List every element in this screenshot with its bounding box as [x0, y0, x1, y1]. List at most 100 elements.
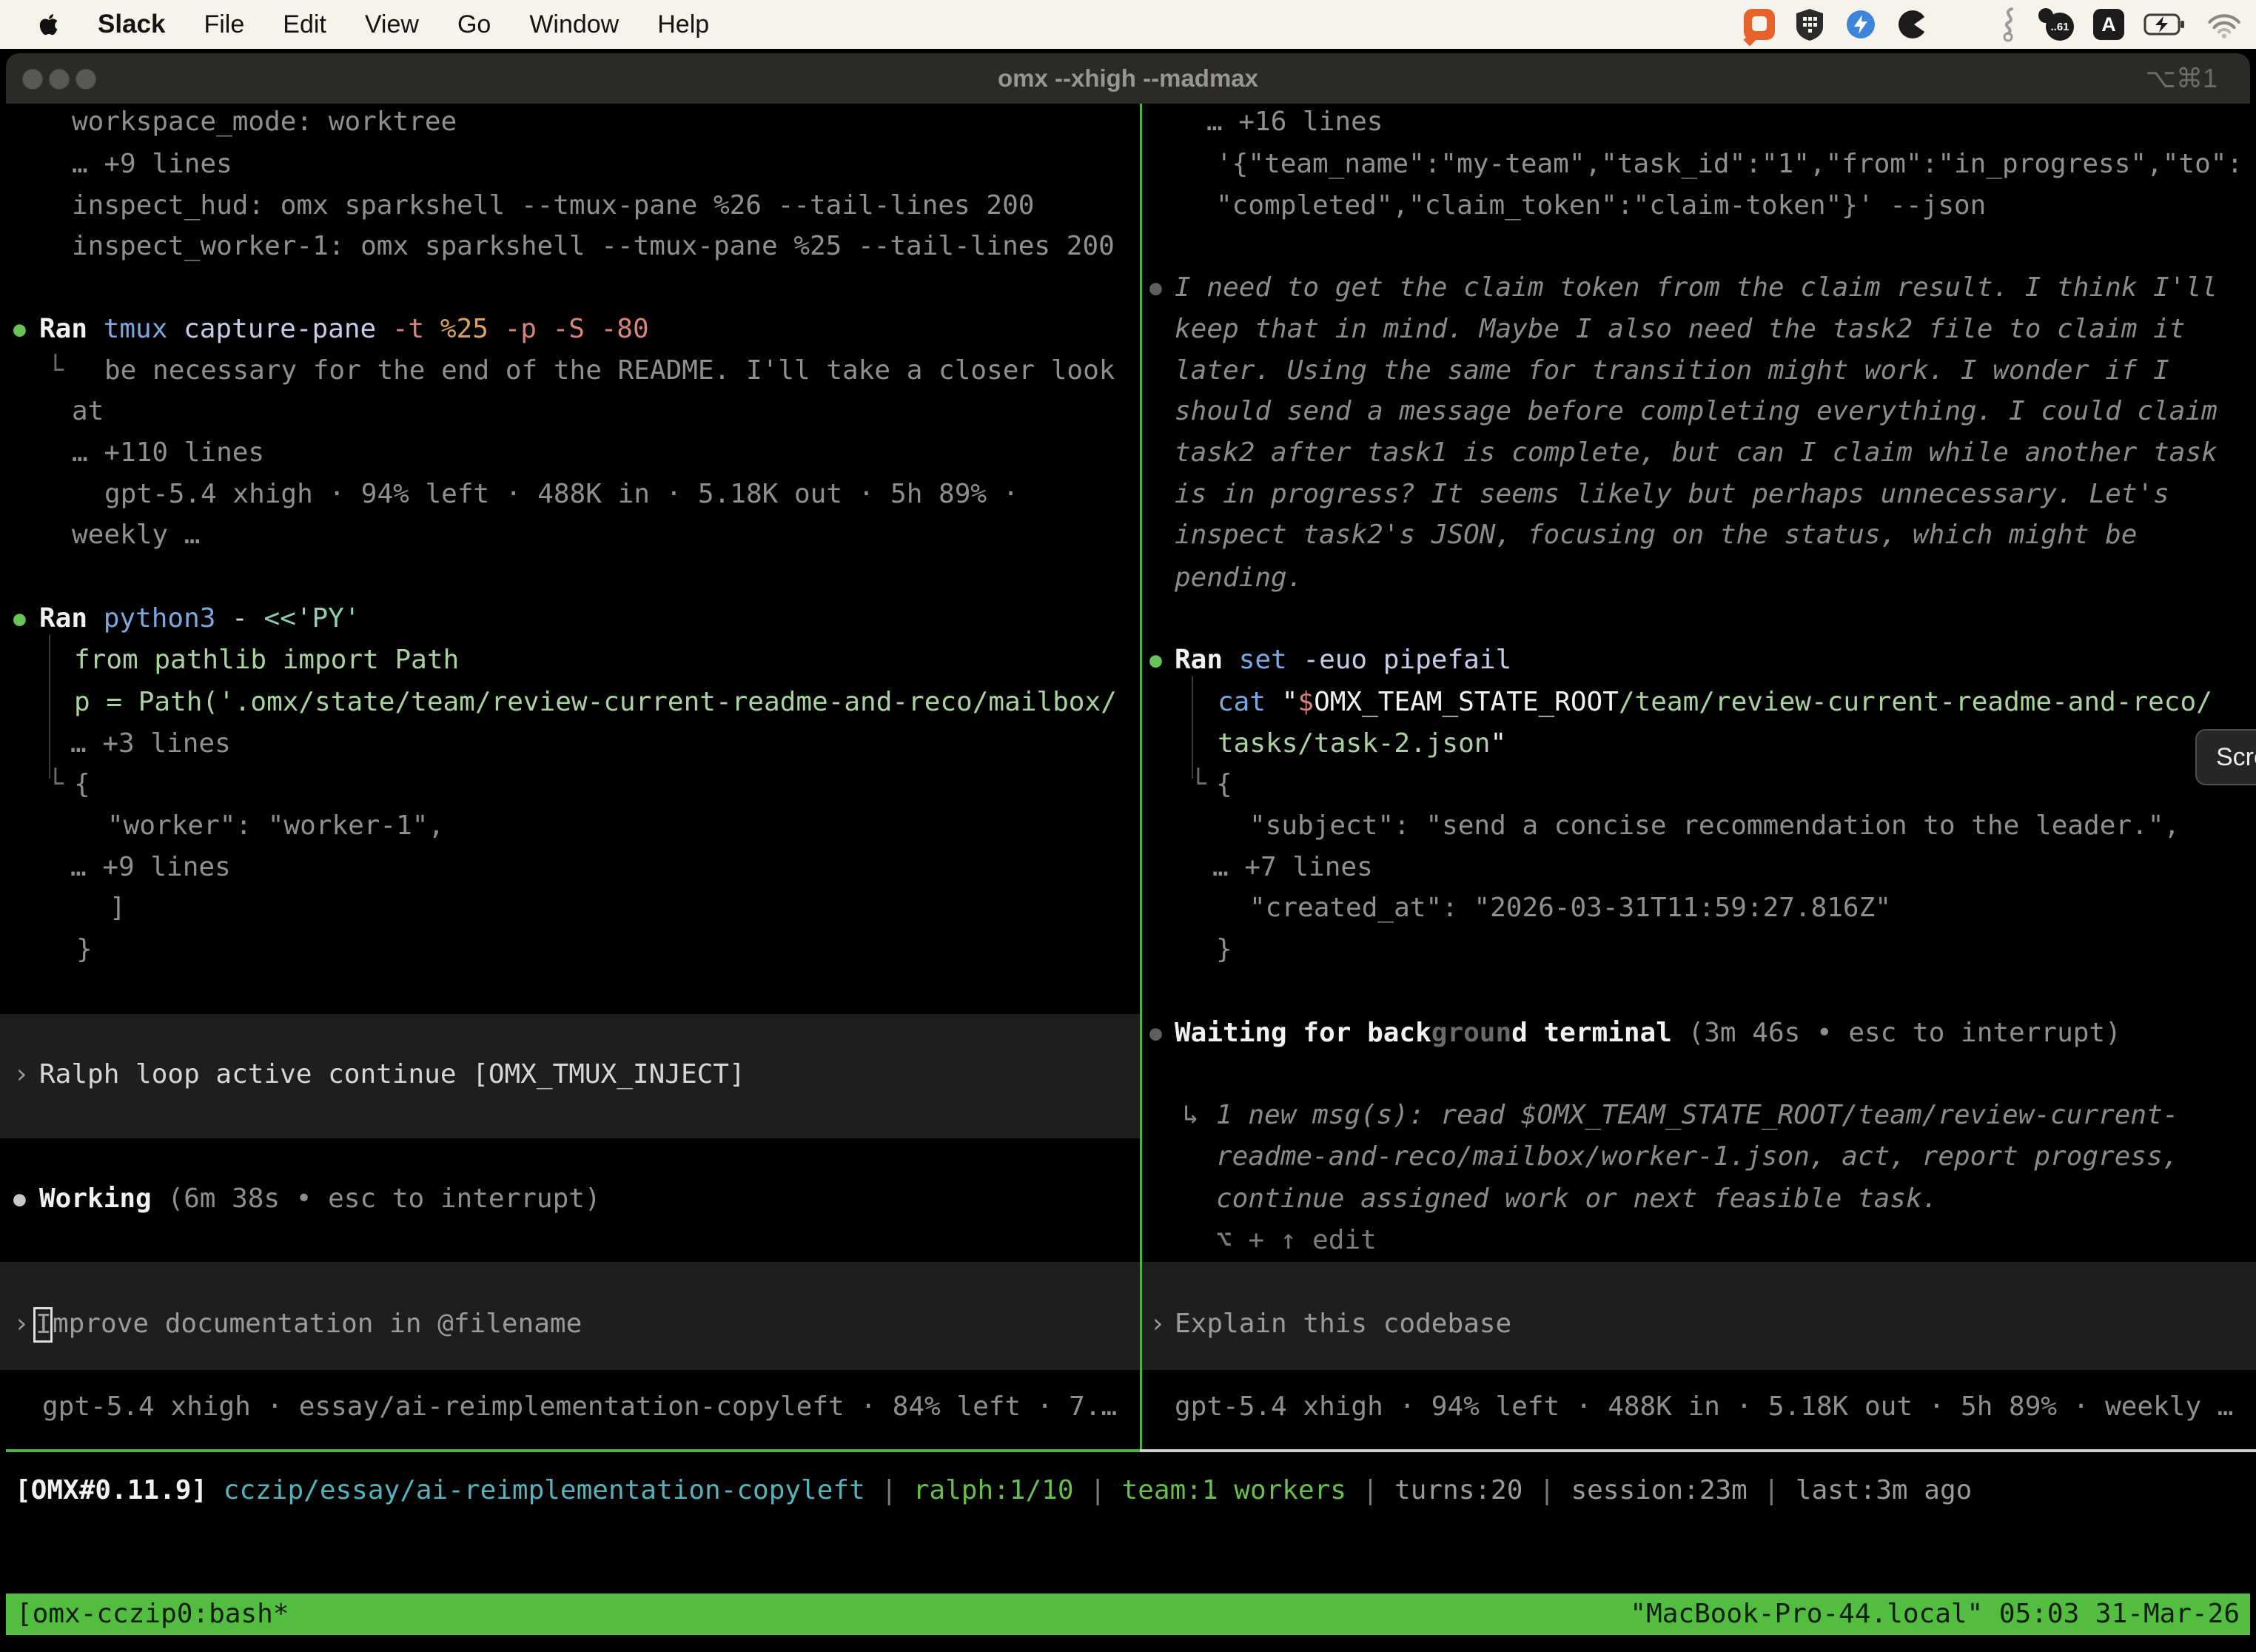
scrollback-line: … +16 lines — [1206, 106, 1383, 138]
thinking-bullet-icon: ● — [1149, 272, 1162, 304]
command-bullet-icon: ● — [13, 313, 26, 346]
omx-project: cczip/essay/ai-reimplementation-copyleft — [224, 1475, 865, 1505]
badge-61-label: ..61 — [2046, 13, 2074, 41]
ran-python-command: Ran python3 - <<'PY' — [39, 602, 360, 635]
banner-chevron-icon: › — [13, 1058, 30, 1091]
terminal-cursor: I — [33, 1307, 53, 1343]
output-line: … +9 lines — [70, 851, 231, 884]
ran-tmux-command: Ran tmux capture-pane -t %25 -p -S -80 — [39, 313, 649, 346]
waiting-bullet-icon: ● — [1149, 1017, 1162, 1050]
menu-go[interactable]: Go — [457, 10, 491, 39]
waiting-status: Waiting for background terminal (3m 46s … — [1175, 1017, 2121, 1050]
prompt-input[interactable]: mprove documentation in @filename — [53, 1308, 582, 1340]
scrollback-line: … +9 lines — [72, 148, 232, 181]
output-line: } — [76, 933, 93, 966]
thinking-line: later. Using the same for transition mig… — [1175, 355, 2169, 387]
thinking-line: task2 after task1 is complete, but can I… — [1175, 437, 2218, 469]
tmux-host-clock: "MacBook-Pro-44.local" 05:03 31-Mar-26 — [1630, 1594, 2240, 1635]
working-status: Working (6m 38s • esc to interrupt) — [39, 1183, 601, 1215]
scrollback-line: "completed","claim_token":"claim-token"}… — [1216, 189, 1986, 222]
thinking-line: keep that in mind. Maybe I also need the… — [1175, 313, 2185, 346]
squiggle-icon[interactable] — [1997, 7, 2019, 42]
scrollback-line: inspect_hud: omx sparkshell --tmux-pane … — [72, 189, 1034, 222]
mailbox-arrow-icon: ↳ — [1183, 1099, 1199, 1132]
input-source-icon[interactable]: A — [2093, 9, 2124, 40]
output-line: … +110 lines — [72, 437, 264, 469]
scrollback-line: '{"team_name":"my-team","task_id":"1","f… — [1216, 148, 2243, 181]
menu-window[interactable]: Window — [529, 10, 619, 39]
window-title-bar: omx --xhigh --madmax ⌥⌘1 — [6, 53, 2250, 104]
chat-app-icon[interactable] — [1744, 9, 1775, 40]
battery-icon[interactable] — [2143, 13, 2186, 36]
app-menu-slack[interactable]: Slack — [98, 10, 165, 39]
window-shortcut-badge: ⌥⌘1 — [2145, 53, 2218, 104]
output-line: … +3 lines — [70, 728, 231, 760]
command-bullet-icon: ● — [1149, 644, 1162, 676]
output-rail — [1192, 676, 1193, 779]
edit-hint: ⌥ + ↑ edit — [1216, 1224, 1377, 1257]
menu-file[interactable]: File — [204, 10, 244, 39]
blue-badge-icon[interactable] — [1844, 8, 1877, 41]
output-line: at — [72, 395, 104, 428]
thinking-line: I need to get the claim token from the c… — [1175, 272, 2218, 304]
badge-61-icon[interactable]: ..61 — [2038, 8, 2074, 41]
mailbox-note-line: continue assigned work or next feasible … — [1216, 1183, 1938, 1215]
apple-icon[interactable] — [38, 13, 59, 36]
omx-status-line: [OMX#0.11.9] cczip/essay/ai-reimplementa… — [15, 1474, 1972, 1507]
prompt-input[interactable]: Explain this codebase — [1175, 1308, 1511, 1340]
ran-set-command: Ran set -euo pipefail — [1175, 644, 1511, 676]
code-line: p = Path('.omx/state/team/review-current… — [74, 686, 1117, 719]
command-bullet-icon: ● — [13, 602, 26, 635]
output-rail — [49, 635, 50, 779]
session-status-line: gpt-5.4 xhigh · essay/ai-reimplementatio… — [42, 1391, 1117, 1423]
scrollback-line: inspect_worker-1: omx sparkshell --tmux-… — [72, 230, 1115, 263]
omx-session: session:23m — [1571, 1475, 1747, 1505]
menu-view[interactable]: View — [365, 10, 419, 39]
session-status-line: gpt-5.4 xhigh · 94% left · 488K in · 5.1… — [1175, 1391, 2233, 1423]
output-line: "worker": "worker-1", — [107, 810, 444, 842]
cat-command: cat "$OMX_TEAM_STATE_ROOT/team/review-cu… — [1218, 686, 2212, 719]
wifi-icon[interactable] — [2206, 10, 2243, 38]
omx-turns: turns:20 — [1394, 1475, 1523, 1505]
mailbox-note-line: readme-and-reco/mailbox/worker-1.json, a… — [1216, 1141, 2178, 1173]
mailbox-note-line: 1 new msg(s): read $OMX_TEAM_STATE_ROOT/… — [1216, 1099, 2178, 1132]
output-elbow: └ — [47, 355, 64, 387]
output-line: } — [1216, 933, 1232, 966]
output-line: be necessary for the end of the README. … — [104, 355, 1115, 387]
tmux-status-bar: [omx-cczip0:bash* "MacBook-Pro-44.local"… — [6, 1594, 2250, 1635]
left-terminal-pane[interactable]: workspace_mode: worktree … +9 lines insp… — [0, 104, 1140, 1449]
omx-ralph: ralph:1/10 — [913, 1475, 1074, 1505]
scrollback-line: workspace_mode: worktree — [72, 106, 457, 138]
code-line: from pathlib import Path — [74, 644, 459, 676]
window-title: omx --xhigh --madmax — [6, 53, 2250, 104]
pane-divider[interactable] — [1140, 104, 1142, 1449]
thinking-line: is in progress? It seems likely but perh… — [1175, 478, 2169, 511]
thinking-line: pending. — [1175, 562, 1303, 594]
output-elbow: └ — [47, 768, 64, 801]
shield-grid-icon[interactable] — [1794, 7, 1825, 41]
cat-command-cont: tasks/task-2.json" — [1218, 728, 1506, 760]
menu-edit[interactable]: Edit — [283, 10, 326, 39]
omx-team: team:1 workers — [1122, 1475, 1346, 1505]
output-elbow: └ — [1190, 768, 1206, 801]
prompt-chevron-icon: › — [1149, 1308, 1166, 1340]
omx-last: last:3m ago — [1796, 1475, 1972, 1505]
right-terminal-pane[interactable]: … +16 lines '{"team_name":"my-team","tas… — [1142, 104, 2256, 1449]
menu-help[interactable]: Help — [657, 10, 709, 39]
tmux-window-name[interactable]: [omx-cczip0:bash* — [16, 1594, 289, 1635]
active-pane-border — [6, 1449, 1140, 1452]
inactive-pane-border — [1140, 1449, 2256, 1452]
output-line: { — [74, 768, 90, 801]
output-line: "created_at": "2026-03-31T11:59:27.816Z" — [1249, 892, 1891, 924]
omx-version: [OMX#0.11.9] — [15, 1475, 207, 1505]
output-line: { — [1216, 768, 1232, 801]
screen-share-overlay[interactable]: Scre — [2195, 729, 2256, 785]
output-line: gpt-5.4 xhigh · 94% left · 488K in · 5.1… — [104, 478, 1018, 511]
thinking-line: inspect task2's JSON, focusing on the st… — [1175, 519, 2137, 551]
prompt-chevron-icon: › — [13, 1308, 30, 1340]
dots-grid-icon[interactable] — [1948, 10, 1978, 39]
working-bullet-icon: ● — [13, 1183, 26, 1215]
output-line: … +7 lines — [1212, 851, 1373, 884]
circle-wedge-icon[interactable] — [1896, 8, 1929, 41]
output-line: ] — [110, 892, 126, 924]
